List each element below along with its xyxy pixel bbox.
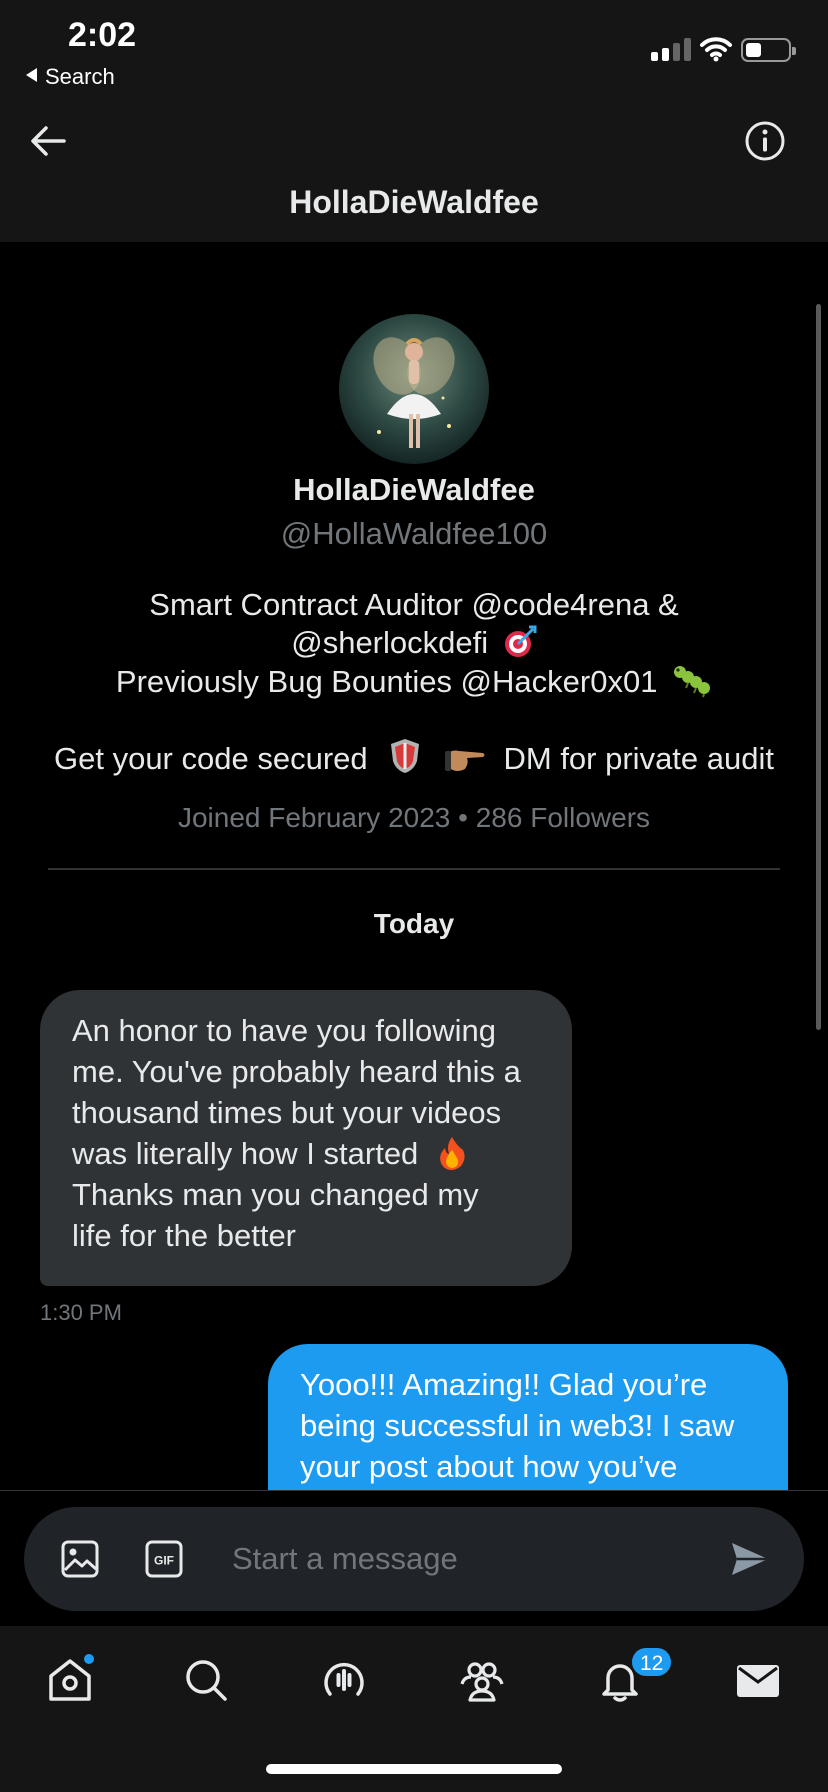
tab-home[interactable]	[40, 1650, 100, 1710]
pointing-hand-emoji-icon	[444, 750, 485, 771]
home-new-content-dot	[82, 1652, 96, 1666]
followers-count[interactable]: 286 Followers	[476, 802, 650, 833]
gif-icon[interactable]: GIF	[144, 1539, 184, 1579]
message-line: Thanks man you changed my	[72, 1177, 479, 1212]
bio-line: Get your code secured DM for private aud…	[0, 737, 828, 778]
wifi-icon	[700, 37, 732, 62]
tab-notifications[interactable]: 12	[590, 1646, 674, 1710]
bio-line: Smart Contract Auditor @code4rena &	[149, 587, 679, 622]
battery-icon	[741, 38, 796, 62]
bio-line: Previously Bug Bounties @Hacker0x01	[0, 662, 828, 701]
message-line: me. You've probably heard this a	[72, 1054, 521, 1089]
day-separator: Today	[373, 908, 455, 939]
send-icon[interactable]	[728, 1537, 772, 1581]
composer-area: GIF	[0, 1490, 828, 1626]
header-title: HollaDieWaldfee	[289, 184, 539, 220]
profile-avatar[interactable]	[339, 314, 489, 464]
message-line: your post about how you’ve	[300, 1449, 678, 1484]
conversation-scroll-area[interactable]: HollaDieWaldfee @HollaWaldfee100 Smart C…	[0, 242, 828, 1490]
communities-icon	[460, 1662, 504, 1702]
meta-separator: •	[458, 802, 468, 833]
bio-line: @sherlockdefi	[0, 624, 828, 662]
shield-emoji-icon	[391, 739, 420, 773]
tab-messages[interactable]	[728, 1650, 788, 1710]
outgoing-message-bubble[interactable]: Yooo!!! Amazing!! Glad you’re being succ…	[268, 1344, 788, 1490]
message-line: life for the better	[72, 1218, 297, 1253]
divider	[48, 868, 780, 870]
envelope-icon	[737, 1665, 779, 1697]
status-bar: 2:02 Search	[0, 0, 828, 96]
info-icon[interactable]	[742, 118, 788, 164]
message-line: Yooo!!! Amazing!! Glad you’re	[300, 1367, 708, 1402]
tab-search[interactable]	[176, 1650, 236, 1710]
conversation-header: HollaDieWaldfee	[0, 96, 828, 242]
back-to-search-label: Search	[45, 64, 115, 89]
search-icon	[186, 1660, 227, 1701]
profile-meta: Joined February 2023 • 286 Followers	[0, 802, 828, 834]
scrollbar[interactable]	[816, 304, 821, 1030]
target-emoji-icon	[504, 625, 537, 657]
spaces-icon	[324, 1663, 364, 1696]
tab-spaces[interactable]	[314, 1650, 374, 1710]
status-time: 2:02	[68, 16, 137, 54]
back-triangle-icon	[26, 68, 37, 82]
profile-handle[interactable]: @HollaWaldfee100	[0, 516, 828, 552]
fire-emoji-icon	[440, 1137, 465, 1170]
tab-communities[interactable]	[452, 1650, 512, 1710]
message-line: being successful in web3! I saw	[300, 1408, 735, 1443]
image-icon[interactable]	[60, 1539, 100, 1579]
incoming-message-bubble[interactable]: An honor to have you following me. You'v…	[40, 990, 572, 1286]
message-timestamp: 1:30 PM	[40, 1300, 122, 1325]
bio-mention[interactable]: @sherlockdefi	[291, 625, 488, 660]
back-arrow-icon[interactable]	[26, 118, 72, 164]
gif-label: GIF	[154, 1554, 174, 1568]
message-line-with-emoji: was literally how I started	[72, 1133, 540, 1174]
bug-emoji-icon	[674, 666, 711, 698]
message-line: was literally how I started	[72, 1136, 419, 1171]
message-line: thousand times but your videos	[72, 1095, 502, 1130]
message-input[interactable]	[230, 1531, 710, 1587]
cellular-signal-icon	[651, 37, 693, 61]
notifications-badge: 12	[630, 1646, 674, 1678]
bio-text: Get your code secured	[54, 741, 368, 776]
profile-name[interactable]: HollaDieWaldfee	[0, 472, 828, 508]
joined-date: Joined February 2023	[177, 802, 451, 833]
message-line: An honor to have you following	[72, 1013, 496, 1048]
bio-text: DM for private audit	[503, 741, 775, 776]
back-to-search-link[interactable]: Search	[26, 64, 115, 90]
message-composer: GIF	[24, 1507, 804, 1611]
home-indicator[interactable]	[266, 1764, 562, 1774]
bio-text: Previously Bug Bounties @Hacker0x01	[115, 664, 658, 699]
